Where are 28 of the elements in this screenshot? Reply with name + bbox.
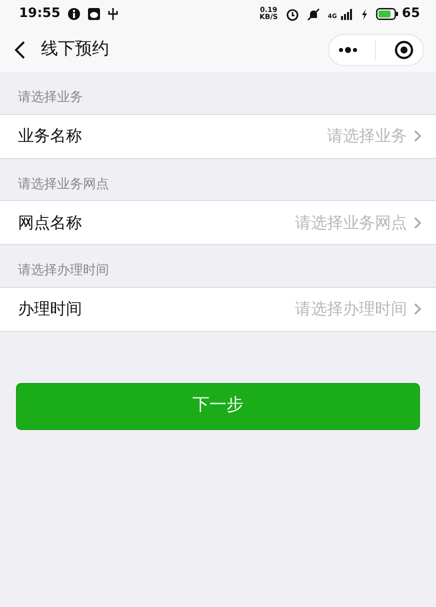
field-label: 网点名称 bbox=[18, 212, 82, 234]
chevron-right-icon bbox=[413, 129, 422, 143]
select-row[interactable]: 网点名称 请选择业务网点 bbox=[0, 200, 436, 245]
select-field[interactable]: 请选择业务 bbox=[217, 124, 407, 148]
usb-icon bbox=[108, 8, 118, 20]
select-row[interactable]: 业务名称 请选择业务 bbox=[0, 114, 436, 158]
more-button[interactable] bbox=[338, 47, 358, 53]
battery-level: 65 bbox=[402, 5, 420, 24]
select-field[interactable]: 请选择业务网点 bbox=[217, 210, 407, 234]
field-label: 业务名称 bbox=[18, 125, 82, 147]
status-time: 19:55 bbox=[19, 5, 60, 24]
section-label: 请选择办理时间 bbox=[17, 262, 110, 280]
field-label: 办理时间 bbox=[18, 298, 82, 320]
section-label: 请选择业务网点 bbox=[17, 176, 110, 194]
section-label: 请选择业务 bbox=[17, 89, 84, 107]
back-button[interactable] bbox=[14, 41, 25, 59]
signal-icon bbox=[340, 8, 353, 20]
chevron-right-icon bbox=[413, 216, 422, 230]
battery-icon bbox=[376, 8, 398, 20]
mute-icon bbox=[306, 8, 320, 20]
select-row[interactable]: 办理时间 请选择办理时间 bbox=[0, 286, 436, 332]
page-title: 线下预约 bbox=[41, 38, 109, 62]
close-button[interactable] bbox=[394, 40, 414, 60]
chevron-right-icon bbox=[413, 302, 422, 316]
info-icon bbox=[68, 8, 80, 20]
alarm-icon bbox=[286, 8, 299, 20]
charging-icon bbox=[360, 8, 368, 20]
select-field[interactable]: 请选择办理时间 bbox=[217, 297, 407, 321]
